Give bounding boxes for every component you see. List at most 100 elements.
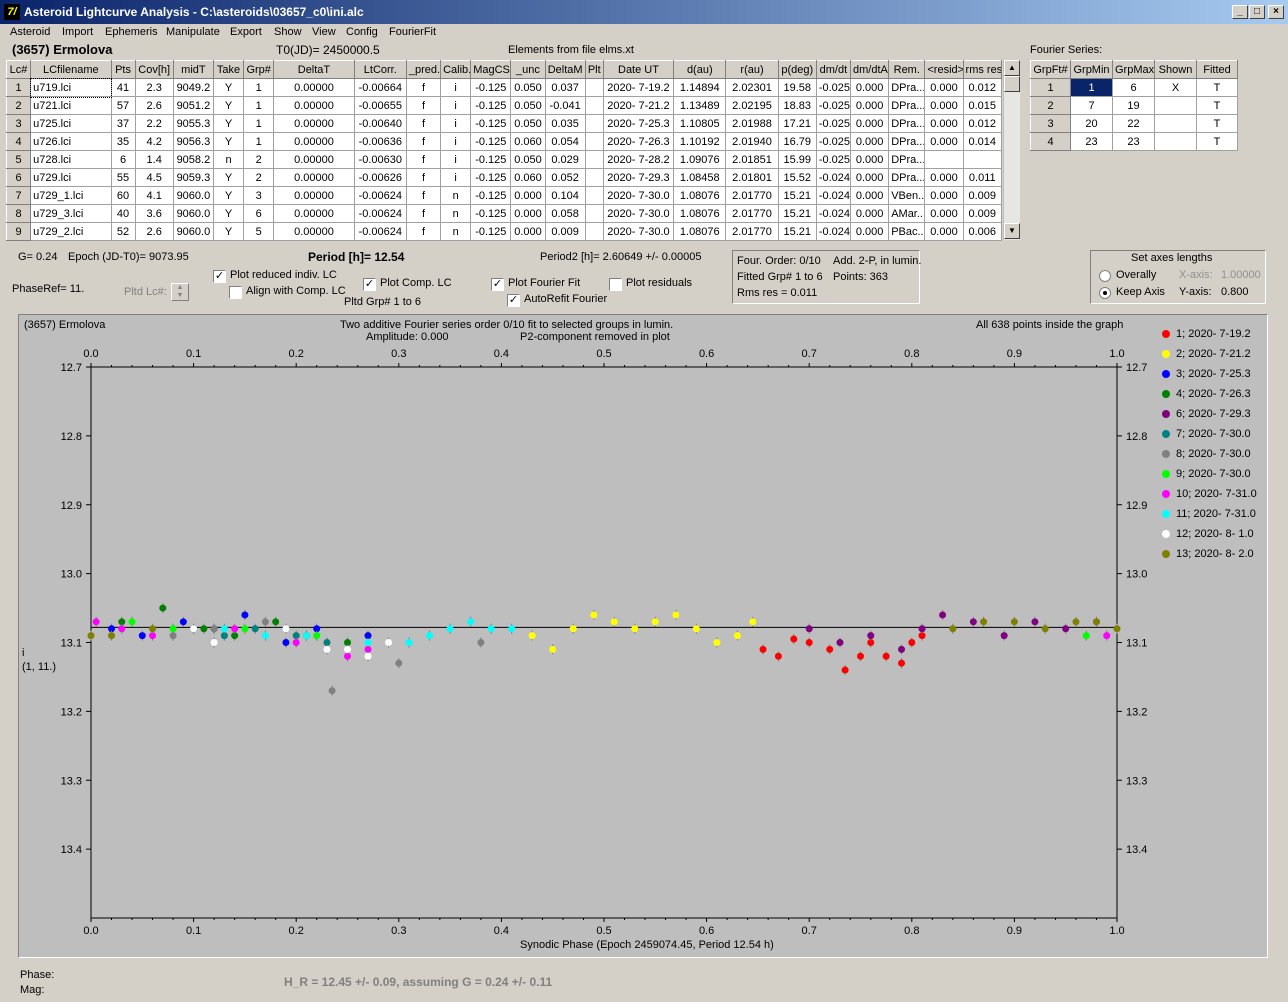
x-tick-label-top: 0.3 [391,348,406,360]
legend-marker [1162,530,1170,539]
legend-item: 3; 2020- 7-25.3 [1162,368,1251,380]
data-point [231,625,239,633]
data-point [364,639,372,646]
x-tick-label-top: 1.0 [1109,348,1124,360]
data-point [857,652,864,660]
data-point [939,611,947,619]
y-tick-label-left: 13.1 [61,638,82,650]
data-point [118,625,126,633]
y-tick-label-right: 13.3 [1126,775,1147,787]
y-tick-label-right: 13.4 [1126,844,1147,856]
legend-marker [1162,410,1170,419]
legend-marker [1162,470,1170,479]
y-tick-label-left: 12.9 [61,500,82,512]
x-tick-label-top: 0.7 [802,348,817,360]
data-point [1000,632,1008,640]
data-point [272,618,280,626]
y-tick-label-left: 12.7 [61,362,82,374]
x-tick-label-bottom: 0.5 [596,925,611,937]
x-tick-label-top: 0.5 [596,348,611,360]
data-point [882,652,890,660]
data-point [631,625,639,633]
data-point [282,625,290,633]
data-point [210,639,218,646]
data-point [549,645,557,653]
data-point [426,632,434,640]
legend-marker [1162,430,1170,439]
legend-marker [1162,370,1170,379]
data-point [1082,632,1090,640]
x-tick-label-bottom: 0.1 [186,925,201,937]
data-point [898,659,906,667]
data-point [805,639,813,646]
y-tick-label-right: 13.0 [1126,569,1147,581]
x-tick-label-top: 0.8 [904,348,919,360]
x-tick-label-bottom: 0.7 [802,925,817,937]
legend-label: 8; 2020- 7-30.0 [1176,448,1251,460]
x-tick-label-bottom: 0.9 [1007,925,1022,937]
data-point [220,625,228,633]
data-point [128,618,136,626]
data-point [1062,625,1070,633]
data-point [261,632,269,640]
data-point [969,618,977,626]
legend-label: 9; 2020- 7-30.0 [1176,468,1251,480]
data-point [790,635,798,643]
legend-marker [1162,350,1170,359]
y-tick-label-left: 13.0 [61,569,82,581]
data-point [692,625,700,633]
hr-status: H_R = 12.45 +/- 0.09, assuming G = 0.24 … [284,975,553,989]
legend-item: 12; 2020- 8- 1.0 [1162,528,1254,540]
plot-area-border [90,366,1118,919]
legend-label: 3; 2020- 7-25.3 [1176,368,1251,380]
legend-label: 13; 2020- 8- 2.0 [1176,548,1254,560]
legend-label: 11; 2020- 7-31.0 [1176,508,1256,520]
y-tick-label-left: 13.2 [61,706,82,718]
data-point [1103,632,1111,640]
data-point [1113,625,1121,633]
data-point [108,632,116,640]
legend-label: 4; 2020- 7-26.3 [1176,388,1251,400]
data-point [610,618,618,626]
data-point [395,659,403,667]
y-tick-label-right: 12.9 [1126,500,1147,512]
data-point [302,632,310,640]
data-point [364,652,372,660]
data-point [292,639,300,646]
x-tick-label-bottom: 1.0 [1109,925,1124,937]
legend-label: 7; 2020- 7-30.0 [1176,428,1251,440]
data-point [92,618,100,626]
data-point [774,652,782,660]
data-point [733,632,741,640]
legend-item: 1; 2020- 7-19.2 [1162,328,1251,340]
data-point [759,645,767,653]
legend-marker [1162,550,1170,559]
data-point [836,639,844,646]
legend-label: 12; 2020- 8- 1.0 [1176,528,1254,540]
data-point [826,645,834,653]
legend-item: 6; 2020- 7-29.3 [1162,408,1251,420]
y-tick-label-right: 12.7 [1126,362,1147,374]
legend-item: 13; 2020- 8- 2.0 [1162,548,1254,560]
data-point [1031,618,1039,626]
legend-item: 7; 2020- 7-30.0 [1162,428,1251,440]
phase-status: Phase: [20,969,55,981]
x-tick-label-bottom: 0.4 [494,925,509,937]
data-point [190,625,198,633]
y-tick-label-right: 13.2 [1126,706,1147,718]
data-point [328,687,336,695]
data-point [282,639,290,646]
legend-marker [1162,450,1170,459]
data-point [651,618,659,626]
x-tick-label-top: 0.6 [699,348,714,360]
data-point [949,625,957,633]
data-point [138,632,146,640]
x-tick-label-bottom: 0.3 [391,925,406,937]
y-tick-label-left: 13.3 [61,775,82,787]
x-tick-label-bottom: 0.2 [289,925,304,937]
data-point [87,632,95,640]
legend-marker [1162,330,1170,339]
legend-label: 10; 2020- 7-31.0 [1176,488,1257,500]
data-point [528,632,536,640]
data-point [241,611,249,619]
